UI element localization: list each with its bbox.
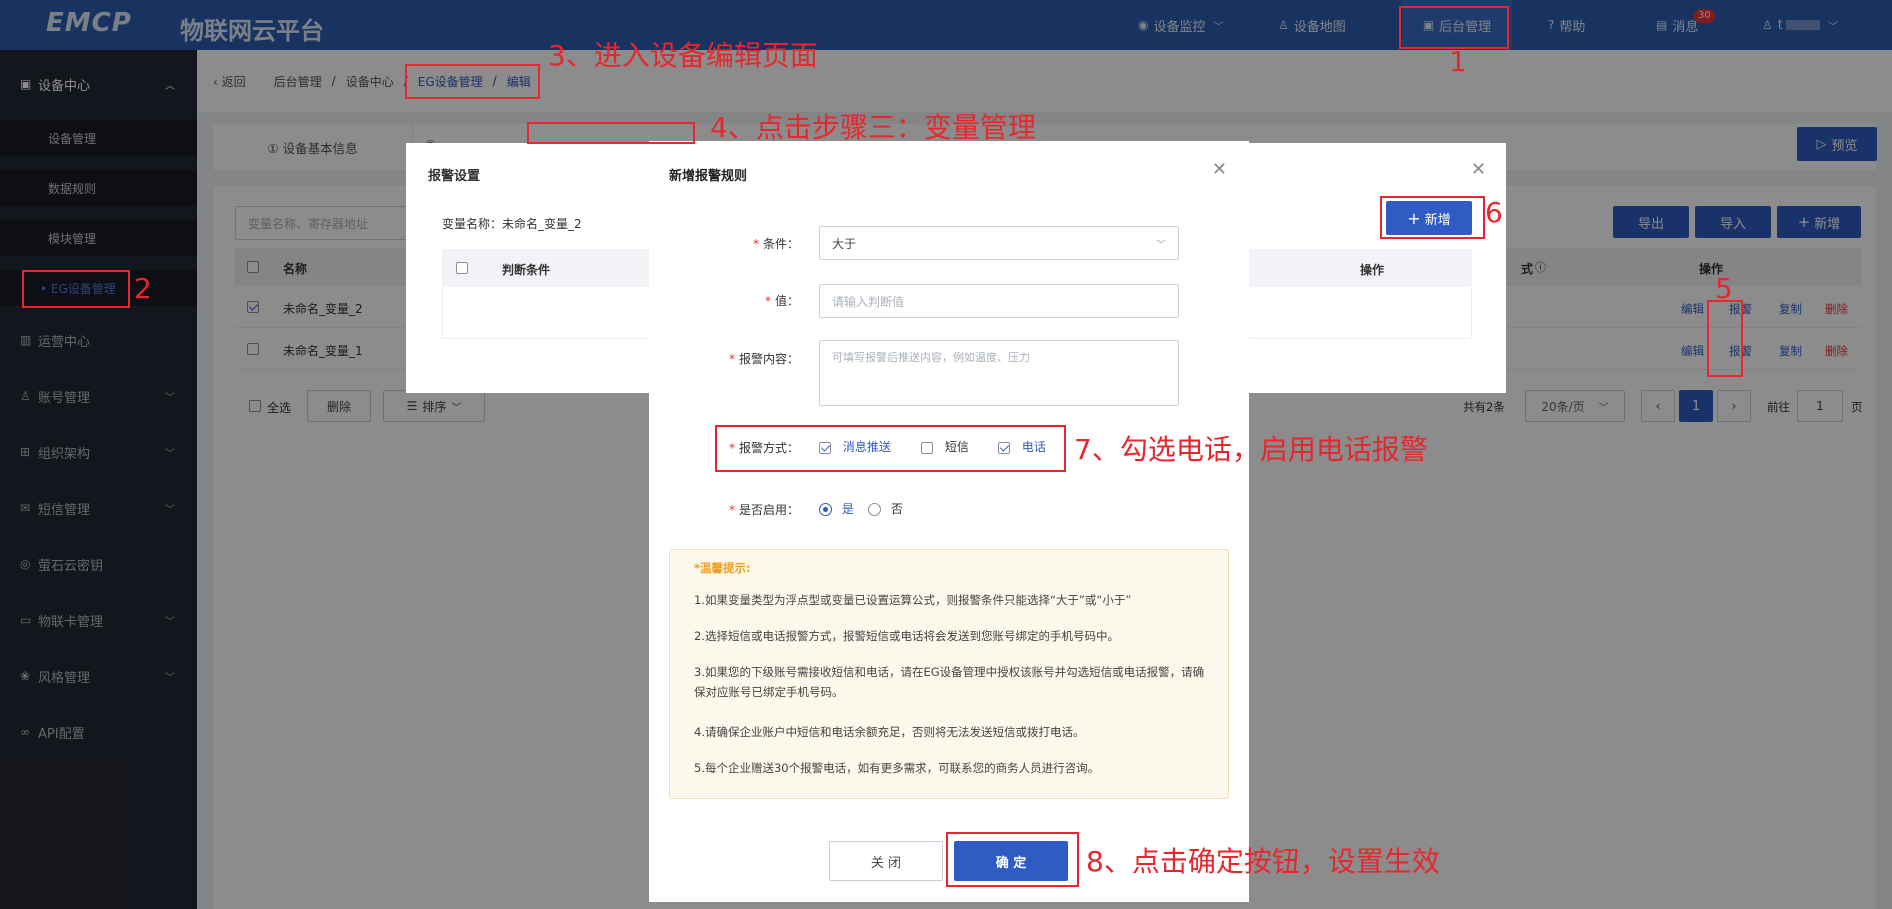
enabled-no-option[interactable]: 否 [868,500,903,517]
close-icon[interactable]: ✕ [1212,159,1227,180]
label-text: 值： [774,294,799,308]
annotation-1: 1 [1449,45,1467,78]
tip-2: 2.选择短信或电话报警方式，报警短信或电话将会发送到您账号绑定的手机号码中。 [694,629,1119,643]
new-alarm-rule-dialog: 新增报警规则 ✕ * 条件： 大于 ﹀ * 值： 请输入判断值 * 报警内容： 可填写… [649,141,1249,902]
close-icon[interactable]: ✕ [1471,159,1486,180]
annotation-5: 5 [1715,272,1733,305]
var-name: 未命名_变量_2 [502,217,582,231]
enabled-label: * 是否启用： [728,503,799,517]
tip-5: 5.每个企业赠送30个报警电话，如有更多需求，可联系您的商务人员进行咨询。 [694,761,1100,775]
annotation-box-8 [946,832,1079,887]
annotation-box-3 [405,64,540,99]
dialog-title: 新增报警规则 [669,169,748,184]
dialog-title: 报警设置 [428,169,481,184]
enabled-yes-option[interactable]: 是 [819,500,854,517]
condition-label: * 条件： [752,237,799,251]
chevron-down-icon: ﹀ [1156,239,1166,251]
condition-value: 大于 [832,236,857,251]
value-label: * 值： [764,294,799,308]
col-condition: 判断条件 [502,263,551,277]
annotation-box-5 [1707,300,1743,377]
header-checkbox[interactable] [456,262,468,274]
label-text: 条件： [762,237,799,251]
condition-select[interactable]: 大于 ﹀ [819,226,1179,260]
annotation-box-7 [715,425,1066,472]
option-label: 否 [890,502,903,516]
label-text: 报警内容： [738,352,799,366]
annotation-box-1 [1399,6,1509,49]
tip-1: 1.如果变量类型为浮点型或变量已设置运算公式，则报警条件只能选择“大于”或“小于… [694,593,1132,607]
annotation-7: 7、勾选电话，启用电话报警 [1074,433,1428,466]
no-radio[interactable] [868,503,881,516]
annotation-2: 2 [134,272,152,305]
label-text: 是否启用： [738,503,799,517]
content-textarea[interactable]: 可填写报警后推送内容，例如温度、压力 [819,340,1179,406]
close-button[interactable]: 关 闭 [829,841,943,881]
annotation-box-4 [527,122,695,144]
tip-4: 4.请确保企业账户中短信和电话余额充足，否则将无法发送短信或拨打电话。 [694,725,1085,739]
annotation-box-2 [22,270,130,308]
annotation-4: 4、点击步骤三：变量管理 [710,111,1036,144]
content-label: * 报警内容： [728,352,799,366]
var-label: 变量名称： [442,217,503,231]
option-label: 是 [841,502,854,516]
annotation-8: 8、点击确定按钮，设置生效 [1086,845,1440,878]
tips-box: *温馨提示: 1.如果变量类型为浮点型或变量已设置运算公式，则报警条件只能选择“… [669,549,1229,799]
variable-name-line: 变量名称：未命名_变量_2 [442,215,582,232]
tip-3: 3.如果您的下级账号需接收短信和电话，请在EG设备管理中授权该账号并勾选短信或电… [694,665,1205,699]
value-input[interactable]: 请输入判断值 [819,284,1179,318]
yes-radio[interactable] [819,503,832,516]
col-ops: 操作 [1360,263,1385,277]
annotation-box-6 [1380,196,1485,239]
tips-title: *温馨提示: [694,561,751,575]
annotation-3: 3、进入设备编辑页面 [548,39,818,72]
annotation-6: 6 [1485,196,1503,229]
